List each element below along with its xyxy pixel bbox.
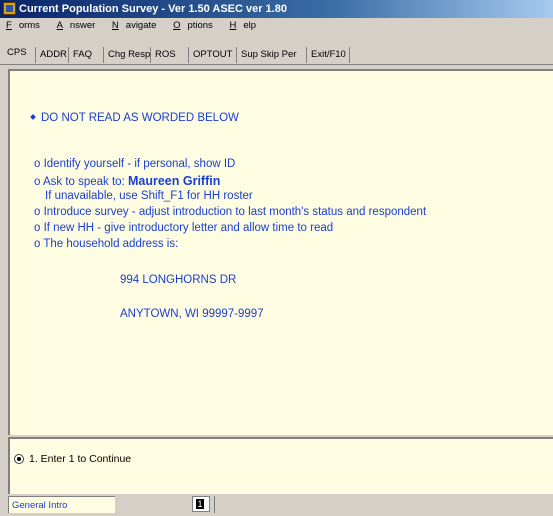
answer-panel: 1. Enter 1 to Continue <box>8 437 553 494</box>
menu-help[interactable]: Help <box>226 18 260 34</box>
tab-faq[interactable]: FAQ <box>68 47 92 63</box>
instruction-line-5: o If new HH - give introductory letter a… <box>34 222 334 234</box>
instruction-line-2: o Ask to speak to: Maureen Griffin <box>34 174 221 188</box>
tab-sup-skip-per[interactable]: Sup Skip Per <box>236 47 296 63</box>
tab-chg-resp[interactable]: Chg Resp <box>103 47 150 63</box>
answer-radio-1[interactable] <box>14 454 24 464</box>
tab-exit[interactable]: Exit/F10 <box>306 47 350 63</box>
respondent-name: Maureen Griffin <box>127 174 221 188</box>
question-panel: DO NOT READ AS WORDED BELOW o Identify y… <box>8 69 553 435</box>
instruction-line-3: If unavailable, use Shift_F1 for HH rost… <box>45 190 253 202</box>
tab-cps[interactable]: CPS <box>3 45 27 61</box>
menu-navigate[interactable]: Navigate <box>109 18 161 34</box>
menu-bar: Forms Answer Navigate Options Help <box>0 18 553 34</box>
status-bar-remainder <box>214 496 553 513</box>
tab-bar: CPS ADDR FAQ Chg Resp ROS OPTOUT Sup Ski… <box>0 37 553 68</box>
instruction-line-1: o Identify yourself - if personal, show … <box>34 158 236 170</box>
tab-ros[interactable]: ROS <box>150 47 176 63</box>
status-bar: General Intro 1 <box>0 494 553 516</box>
address-line-2: ANYTOWN, WI 99997-9997 <box>120 308 264 320</box>
title-bar[interactable]: Current Population Survey - Ver 1.50 ASE… <box>0 0 553 18</box>
tab-divider <box>0 64 553 65</box>
answer-input[interactable]: 1 <box>192 496 210 512</box>
instruction-line-4: o Introduce survey - adjust introduction… <box>34 206 427 218</box>
menu-answer[interactable]: Answer <box>54 18 100 34</box>
menu-forms[interactable]: Forms <box>3 18 44 34</box>
address-line-1: 994 LONGHORNS DR <box>120 274 237 286</box>
tab-addr[interactable]: ADDR <box>35 47 67 63</box>
text-cursor: 1 <box>196 499 204 509</box>
app-icon[interactable] <box>3 2 16 15</box>
menu-options[interactable]: Options <box>170 18 217 34</box>
window-title: Current Population Survey - Ver 1.50 ASE… <box>19 3 287 15</box>
diamond-bullet-icon <box>30 114 36 120</box>
instruction-line-6: o The household address is: <box>34 238 179 250</box>
answer-label-1[interactable]: 1. Enter 1 to Continue <box>29 453 131 465</box>
instruction-header: DO NOT READ AS WORDED BELOW <box>30 112 239 124</box>
field-name-label: General Intro <box>8 496 115 513</box>
application-window: Current Population Survey - Ver 1.50 ASE… <box>0 0 553 516</box>
tab-optout[interactable]: OPTOUT <box>188 47 232 63</box>
